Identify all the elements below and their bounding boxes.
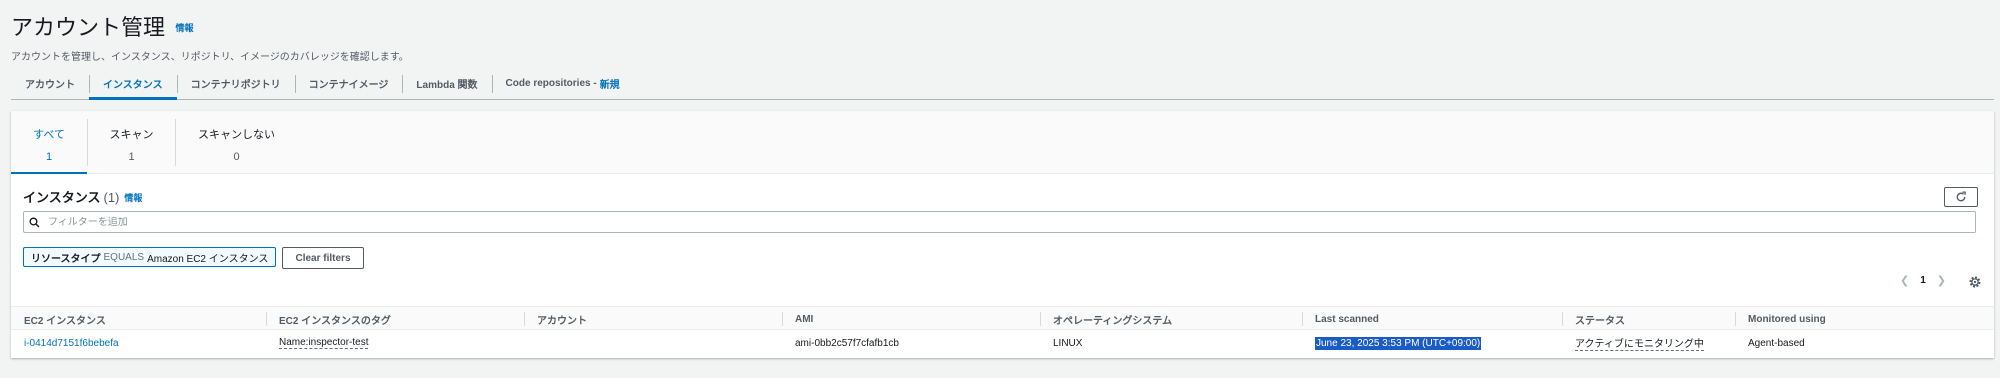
table-info-link[interactable]: 情報: [124, 193, 142, 203]
segment-count: 1: [128, 151, 135, 163]
cell-ami: ami-0bb2c57f7cfafb1cb: [795, 337, 899, 349]
search-bar: [23, 211, 1976, 233]
cell-last-scanned: June 23, 2025 3:53 PM (UTC+09:00): [1302, 330, 1562, 356]
cell-tags: Name:inspector-test: [266, 330, 524, 356]
instances-panel: すべて 1 スキャン 1 スキャンしない 0 インスタンス(1) 情報 リソースタ…: [11, 111, 1994, 358]
refresh-icon: [1956, 191, 1966, 202]
cell-monitored-using: Agent-based: [1748, 337, 1805, 349]
cell-account: [524, 330, 782, 356]
tab-accounts[interactable]: アカウント: [11, 68, 89, 99]
table-title-text: インスタンス: [23, 190, 101, 205]
column-header-tags[interactable]: EC2 インスタンスのタグ: [266, 307, 524, 331]
segment-label: すべて: [33, 129, 65, 141]
column-header-monitored-using[interactable]: Monitored using: [1735, 307, 1994, 331]
filter-token-key: リソースタイプ: [31, 253, 101, 265]
tab-container-images[interactable]: コンテナイメージ: [294, 68, 403, 99]
page-title: アカウント管理: [11, 15, 166, 40]
status-value[interactable]: アクティブにモニタリング中: [1575, 335, 1704, 351]
tab-bar: アカウント インスタンス コンテナリポジトリ コンテナイメージ Lambda 関…: [11, 68, 1994, 100]
column-header-os[interactable]: オペレーティングシステム: [1040, 307, 1302, 331]
chevron-right-icon[interactable]: ❯: [1937, 274, 1946, 287]
last-scanned-value: June 23, 2025 3:53 PM (UTC+09:00): [1315, 336, 1482, 350]
page-number[interactable]: 1: [1920, 275, 1926, 286]
gear-icon[interactable]: [1968, 275, 1982, 289]
tab-code-repositories[interactable]: Code repositories - 新規: [491, 68, 634, 99]
tab-lambda-functions[interactable]: Lambda 関数: [402, 68, 491, 99]
refresh-button[interactable]: [1944, 187, 1978, 207]
filter-token-operator: EQUALS: [103, 251, 145, 263]
page-description: アカウントを管理し、インスタンス、リポジトリ、イメージのカバレッジを確認します。: [11, 52, 409, 63]
cell-instance: i-0414d7151f6bebefa: [11, 330, 266, 356]
column-header-account[interactable]: アカウント: [524, 307, 782, 331]
filter-token[interactable]: リソースタイプ EQUALS Amazon EC2 インスタンス: [23, 247, 277, 267]
clear-filters-button[interactable]: Clear filters: [282, 247, 364, 269]
segment-label: スキャンしない: [198, 129, 275, 141]
tab-code-repositories-label: Code repositories -: [505, 78, 597, 89]
segment-all[interactable]: すべて 1: [11, 111, 87, 174]
column-header-ami[interactable]: AMI: [782, 307, 1040, 331]
new-badge: 新規: [599, 80, 620, 91]
segment-not-scanned[interactable]: スキャンしない 0: [175, 119, 297, 166]
search-input[interactable]: [48, 216, 648, 228]
segment-count: 1: [45, 151, 53, 163]
cell-status: アクティブにモニタリング中: [1562, 330, 1735, 356]
column-header-status[interactable]: ステータス: [1562, 307, 1735, 331]
info-link[interactable]: 情報: [175, 23, 193, 33]
chevron-left-icon[interactable]: ❮: [1900, 274, 1909, 287]
table-row: i-0414d7151f6bebefa Name:inspector-test …: [11, 330, 1994, 356]
search-icon: [29, 216, 40, 227]
pagination: ❮ 1 ❯: [1900, 274, 1946, 287]
column-header-last-scanned[interactable]: Last scanned: [1302, 307, 1562, 331]
tab-instances[interactable]: インスタンス: [89, 68, 177, 100]
table-count: (1): [103, 190, 120, 205]
table-title: インスタンス (1) 情報: [23, 187, 142, 206]
cell-os: LINUX: [1053, 337, 1083, 349]
page-header: アカウント管理 情報 アカウントを管理し、インスタンス、リポジトリ、イメージのカ…: [11, 10, 409, 63]
table-header: EC2 インスタンス EC2 インスタンスのタグ アカウント AMI オペレーテ…: [11, 306, 1994, 330]
segmented-filter: すべて 1 スキャン 1 スキャンしない 0: [11, 111, 1994, 174]
tag-value[interactable]: Name:inspector-test: [279, 337, 369, 349]
filter-token-value: Amazon EC2 インスタンス: [147, 253, 269, 265]
segment-count: 0: [233, 151, 240, 163]
segment-scanned[interactable]: スキャン 1: [87, 119, 175, 166]
segment-label: スキャン: [109, 129, 154, 141]
instance-link[interactable]: i-0414d7151f6bebefa: [24, 338, 119, 349]
column-header-instance[interactable]: EC2 インスタンス: [11, 307, 266, 331]
tab-container-repositories[interactable]: コンテナリポジトリ: [176, 68, 295, 99]
